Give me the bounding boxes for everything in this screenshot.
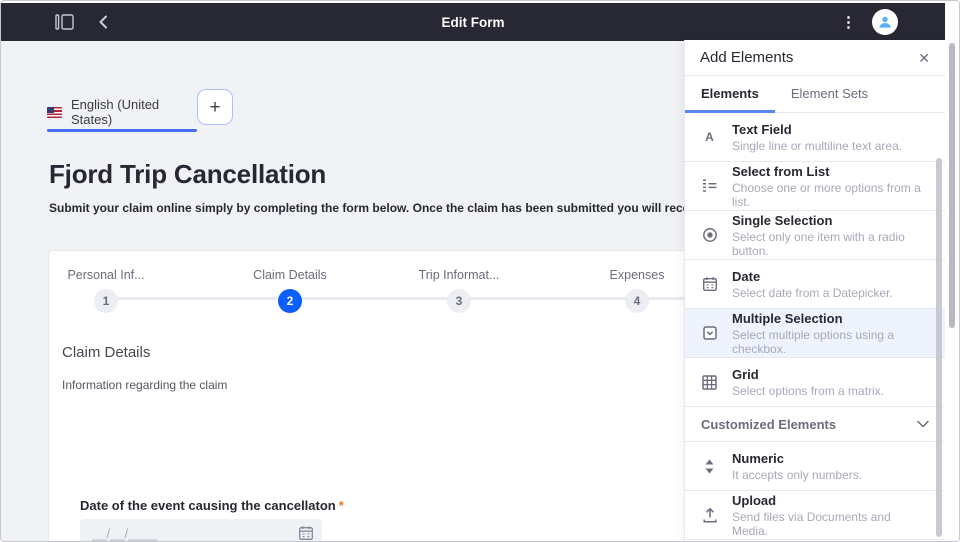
upload-icon xyxy=(701,507,718,523)
element-item-date[interactable]: Date Select date from a Datepicker. xyxy=(685,260,945,309)
element-item-single-selection[interactable]: Single Selection Select only one item wit… xyxy=(685,211,945,260)
tab-element-sets[interactable]: Element Sets xyxy=(775,86,884,113)
top-navigation-bar: Edit Form ⋮ xyxy=(1,3,945,41)
app-window: Edit Form ⋮ English (United States) + Fj… xyxy=(0,0,960,542)
element-item-multiple-selection[interactable]: Multiple Selection Select multiple option… xyxy=(685,309,945,358)
add-elements-panel: Add Elements ✕ Elements Element Sets A T… xyxy=(684,40,945,541)
user-avatar[interactable] xyxy=(872,9,898,35)
list-icon xyxy=(701,179,718,193)
person-icon xyxy=(879,16,891,28)
us-flag-icon xyxy=(47,106,62,118)
required-asterisk: * xyxy=(338,498,344,513)
panel-scrollbar[interactable] xyxy=(936,158,942,537)
chevron-down-icon xyxy=(917,420,929,428)
wizard-step-3[interactable]: Trip Informat... 3 xyxy=(384,268,534,313)
language-tab[interactable]: English (United States) xyxy=(47,97,197,132)
text-field-icon: A xyxy=(705,130,714,144)
event-date-field xyxy=(80,519,322,541)
element-item-text-field[interactable]: A Text Field Single line or multiline tex… xyxy=(685,113,945,162)
kebab-menu-icon[interactable]: ⋮ xyxy=(841,15,856,30)
section-title: Claim Details xyxy=(62,344,151,361)
panel-tabs: Elements Element Sets xyxy=(685,76,945,113)
calendar-icon xyxy=(701,276,718,292)
add-language-button[interactable]: + xyxy=(197,89,233,125)
event-date-input[interactable] xyxy=(80,519,322,541)
element-item-numeric[interactable]: Numeric It accepts only numbers. xyxy=(685,442,945,491)
active-language-underline xyxy=(47,129,197,132)
panel-title: Add Elements xyxy=(700,49,794,66)
page-title: Edit Form xyxy=(441,14,505,30)
event-date-label[interactable]: Date of the event causing the cancellato… xyxy=(80,498,344,513)
checkbox-icon xyxy=(701,325,718,341)
calendar-icon[interactable] xyxy=(298,525,314,541)
window-scrollbar-track xyxy=(945,1,959,541)
radio-button-icon xyxy=(701,227,718,243)
close-icon[interactable]: ✕ xyxy=(918,51,930,65)
language-tab-label: English (United States) xyxy=(71,97,160,127)
wizard-step-1[interactable]: Personal Inf... 1 xyxy=(31,268,181,313)
form-title[interactable]: Fjord Trip Cancellation xyxy=(49,159,326,190)
numeric-stepper-icon xyxy=(701,459,718,474)
grid-icon xyxy=(701,374,718,390)
element-item-upload[interactable]: Upload Send files via Documents and Media… xyxy=(685,491,945,540)
tab-elements[interactable]: Elements xyxy=(685,86,775,113)
customized-elements-group[interactable]: Customized Elements xyxy=(685,407,945,442)
section-description: Information regarding the claim xyxy=(62,378,228,392)
wizard-step-2[interactable]: Claim Details 2 xyxy=(215,268,365,313)
window-scrollbar-thumb[interactable] xyxy=(949,43,955,328)
element-item-grid[interactable]: Grid Select options from a matrix. xyxy=(685,358,945,407)
element-item-select-from-list[interactable]: Select from List Choose one or more optio… xyxy=(685,162,945,211)
